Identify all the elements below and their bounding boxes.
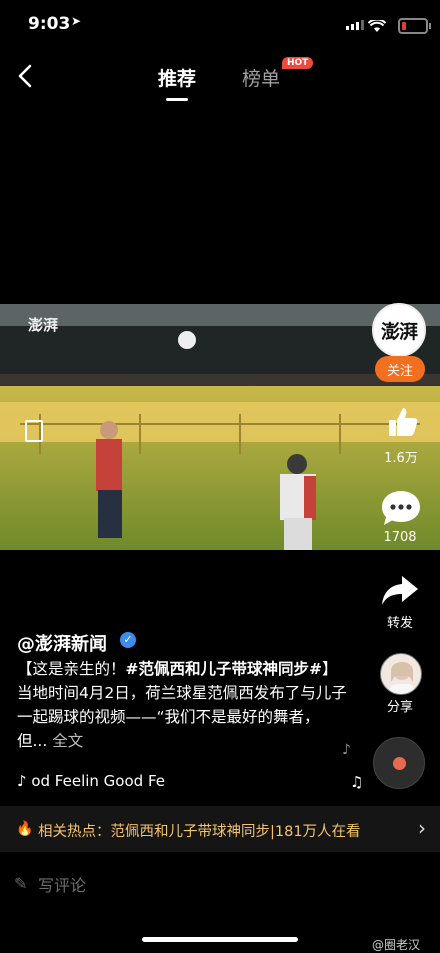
author-name[interactable]: @澎湃新闻 xyxy=(17,630,107,656)
tab-ranking[interactable]: 榜单 xyxy=(242,64,280,91)
caption-hashtag[interactable]: #范佩西和儿子带球神同步# xyxy=(126,660,322,678)
like-button[interactable] xyxy=(371,402,431,446)
status-time: 9:03 xyxy=(28,14,71,34)
share-user-avatar[interactable] xyxy=(380,653,422,695)
post-caption[interactable]: 【这是亲生的！#范佩西和儿子带球神同步#】当地时间4月2日，荷兰球星范佩西发布了… xyxy=(17,657,347,753)
related-hot-text: 相关热点：范佩西和儿子带球神同步|181万人在看 xyxy=(38,824,361,840)
music-disc[interactable] xyxy=(373,737,425,789)
orientation-icon[interactable] xyxy=(25,420,43,442)
forward-button[interactable] xyxy=(380,573,420,613)
watermark: @圈老汉 xyxy=(372,938,421,952)
video-watermark-logo: 澎湃 xyxy=(28,316,59,334)
comment-bubble-icon xyxy=(382,491,420,525)
music-note-icon-2: ♫ xyxy=(350,773,364,791)
battery-icon xyxy=(398,18,431,34)
signal-icon xyxy=(346,20,364,30)
like-count: 1.6万 xyxy=(384,451,418,466)
back-button[interactable] xyxy=(16,62,40,92)
wifi-icon xyxy=(367,18,387,37)
share-label: 分享 xyxy=(386,700,413,715)
caption-lead: 【这是亲生的！ xyxy=(17,660,126,678)
hot-badge: HOT xyxy=(282,57,314,69)
comment-input[interactable]: ✎ 写评论 xyxy=(14,872,314,896)
more-link[interactable]: 全文 xyxy=(52,732,83,750)
comment-button[interactable] xyxy=(379,488,423,532)
status-bar: 9:03 ➤ xyxy=(0,0,440,44)
comment-count: 1708 xyxy=(383,530,417,545)
chevron-right-icon: › xyxy=(418,816,426,840)
verified-icon: ✓ xyxy=(120,632,136,648)
related-hot-bar[interactable]: 🔥 相关热点：范佩西和儿子带球神同步|181万人在看 › xyxy=(0,806,440,852)
fire-icon: 🔥 xyxy=(16,821,34,837)
author-avatar[interactable]: 澎湃 xyxy=(372,303,426,357)
pencil-icon: ✎ xyxy=(14,874,28,893)
home-indicator[interactable] xyxy=(142,937,298,942)
share-arrow-icon xyxy=(382,576,418,605)
thumbs-up-icon xyxy=(389,408,418,436)
comment-placeholder: 写评论 xyxy=(38,876,87,895)
chevron-left-icon xyxy=(18,64,32,88)
location-arrow-icon: ➤ xyxy=(71,14,82,28)
forward-label: 转发 xyxy=(386,616,413,631)
music-title[interactable]: ♪ od Feelin Good Fe xyxy=(17,772,165,790)
tab-recommend[interactable]: 推荐 xyxy=(158,64,196,91)
follow-button[interactable]: 关注 xyxy=(375,356,425,382)
tab-underline xyxy=(166,98,188,101)
